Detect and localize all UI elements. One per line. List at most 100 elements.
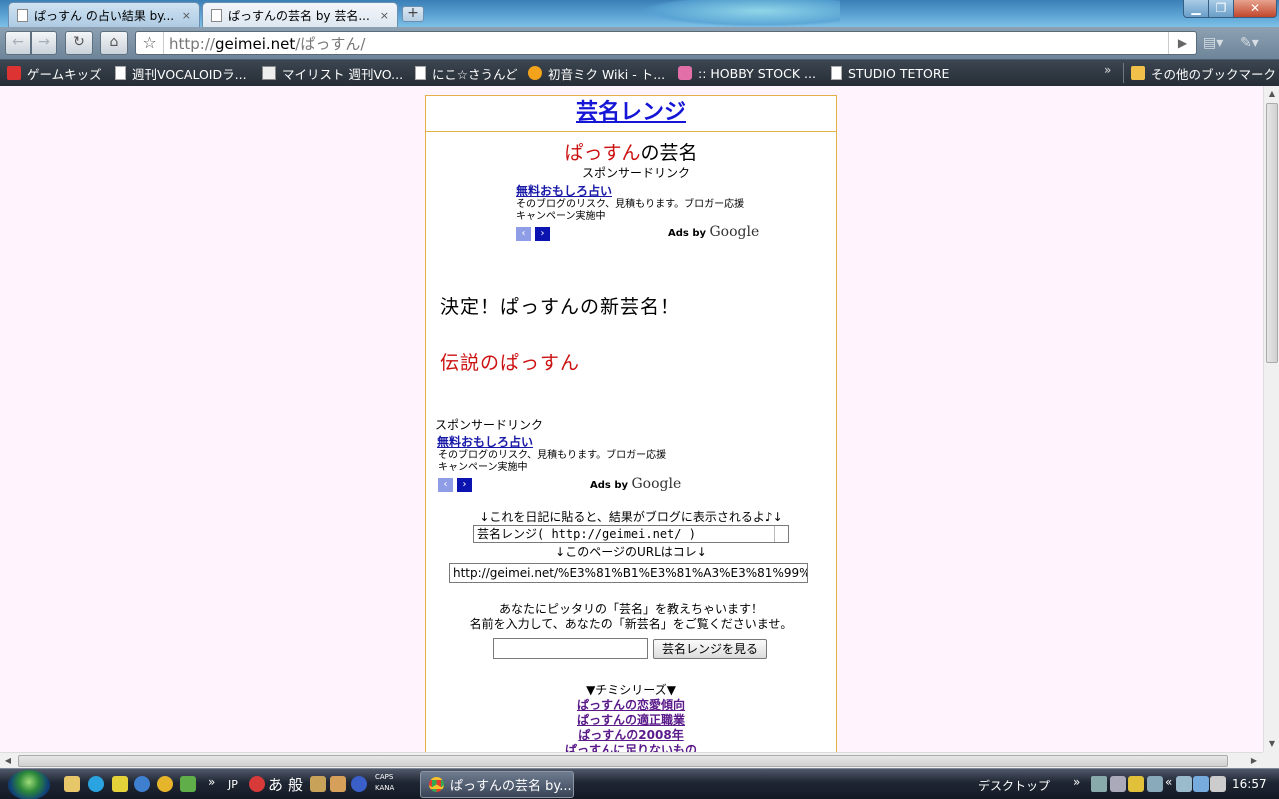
ime-mode[interactable]: あ <box>268 774 283 795</box>
blog-embed-textarea[interactable]: 芸名レンジ( http://geimei.net/ ) <box>473 525 789 543</box>
ime-kanji-mode[interactable]: 般 <box>288 774 303 795</box>
image-icon <box>262 66 276 80</box>
site-icon <box>7 66 21 80</box>
ad-link[interactable]: 無料おもしろ占い <box>516 182 756 199</box>
star-icon[interactable]: ☆ <box>136 32 164 54</box>
app-icon[interactable] <box>112 776 128 792</box>
ad-link[interactable]: 無料おもしろ占い <box>437 433 675 450</box>
tab-fortune-result[interactable]: ぱっすん の占い結果 by... × <box>8 2 200 27</box>
key-icon[interactable] <box>1128 776 1144 792</box>
vertical-scrollbar[interactable]: ▲ ▼ <box>1263 86 1279 752</box>
ad-next-button[interactable]: › <box>535 227 550 241</box>
page-icon <box>415 66 426 80</box>
maximize-button[interactable]: ❐ <box>1208 0 1234 18</box>
minimize-button[interactable]: ▁ <box>1183 0 1209 18</box>
scroll-down-icon[interactable]: ▼ <box>1264 736 1279 752</box>
folder-icon[interactable] <box>64 776 80 792</box>
language-indicator[interactable]: JP <box>228 778 238 791</box>
address-bar[interactable]: ☆ http://geimei.net/ぱっすん/ ▶ <box>135 31 1197 55</box>
horizontal-scrollbar[interactable]: ◀ ▶ <box>0 752 1263 768</box>
ads-by-label: Ads by <box>668 228 707 239</box>
tab-label: ぱっすんの芸名 by 芸名... <box>228 8 370 23</box>
scroll-left-icon[interactable]: ◀ <box>0 753 16 769</box>
url-text[interactable]: http://geimei.net/ぱっすん/ <box>164 33 365 54</box>
desktop-toolbar-label[interactable]: デスクトップ <box>978 777 1050 794</box>
tab-geimei[interactable]: ぱっすんの芸名 by 芸名... × <box>202 2 398 27</box>
page-menu-icon[interactable]: ▤▾ <box>1203 35 1233 53</box>
clock[interactable]: 16:57 <box>1232 777 1267 791</box>
resize-grip-icon[interactable] <box>774 526 788 542</box>
reload-button[interactable]: ↻ <box>65 31 93 55</box>
forward-button[interactable]: → <box>31 31 57 55</box>
home-button[interactable]: ⌂ <box>100 31 128 55</box>
taskbar: » JP あ 般 CAPS KANA ぱっすんの芸名 by... デスクトップ … <box>0 768 1279 799</box>
battery-icon[interactable] <box>1176 776 1192 792</box>
volume-icon[interactable] <box>1210 776 1226 792</box>
ads-by-google[interactable]: Ads by Google <box>668 224 759 240</box>
display-icon[interactable] <box>1193 776 1209 792</box>
bookmark-item[interactable]: 週刊VOCALOIDラ... <box>115 64 247 82</box>
folder-icon <box>1131 66 1145 80</box>
skype-icon[interactable] <box>88 776 104 792</box>
ads-by-label: Ads by <box>590 480 629 491</box>
quicklaunch-chevron[interactable]: » <box>208 775 215 789</box>
ad-prev-button[interactable]: ‹ <box>516 227 531 241</box>
submit-button[interactable]: 芸名レンジを見る <box>653 639 767 659</box>
ad-next-button[interactable]: › <box>457 478 472 492</box>
tab-strip: ぱっすん の占い結果 by... × ぱっすんの芸名 by 芸名... × + … <box>0 0 1279 27</box>
sponsored-label: スポンサードリンク <box>581 166 690 180</box>
go-icon[interactable]: ▶ <box>1168 32 1196 54</box>
close-window-button[interactable]: ✕ <box>1233 0 1277 18</box>
start-button[interactable] <box>8 770 50 799</box>
name-input[interactable] <box>493 638 648 659</box>
help-icon[interactable] <box>351 776 367 792</box>
network-icon[interactable] <box>1091 776 1107 792</box>
url-scheme: http:// <box>169 34 215 53</box>
app-icon[interactable] <box>180 776 196 792</box>
close-icon[interactable]: × <box>182 9 191 22</box>
arrow-right-icon: → <box>38 34 50 50</box>
bookmark-label: 週刊VOCALOIDラ... <box>132 66 247 82</box>
scroll-right-icon[interactable]: ▶ <box>1246 753 1262 769</box>
ad-description: そのブログのリスク、見積もります。ブロガー応援 <box>438 450 667 461</box>
page-url-field[interactable]: http://geimei.net/%E3%81%B1%E3%81%A3%E3%… <box>449 563 808 583</box>
bookmark-item[interactable]: マイリスト 週刊VO... <box>262 64 403 82</box>
bookmark-item[interactable]: 初音ミク Wiki - ト... <box>528 64 665 82</box>
tray-chevron[interactable]: « <box>1165 775 1172 789</box>
entered-name: ぱっすん <box>564 142 641 164</box>
scroll-thumb[interactable] <box>18 755 1228 767</box>
scroll-thumb[interactable] <box>1266 103 1278 363</box>
bookmark-item[interactable]: ゲームキッズ <box>7 64 102 82</box>
blog-embed-code: 芸名レンジ( http://geimei.net/ ) <box>477 527 696 541</box>
ime-dictionary-icon[interactable] <box>310 776 326 792</box>
bookmark-item[interactable]: :: HOBBY STOCK ... <box>678 64 816 82</box>
chrome-icon[interactable] <box>157 776 173 792</box>
desktop-chevron[interactable]: » <box>1073 775 1080 789</box>
caps-indicator: CAPS <box>375 773 394 781</box>
ime-icon[interactable] <box>249 776 265 792</box>
monitor-icon[interactable] <box>1147 776 1163 792</box>
close-icon[interactable]: × <box>380 9 389 22</box>
ad-prev-button[interactable]: ‹ <box>438 478 453 492</box>
new-tab-button[interactable]: + <box>402 6 424 22</box>
ads-by-google[interactable]: Ads by Google <box>590 476 681 492</box>
taskbar-window-chrome[interactable]: ぱっすんの芸名 by... <box>420 771 574 798</box>
bookmark-item[interactable]: STUDIO TETORE <box>831 64 949 82</box>
tray-app-icon[interactable] <box>1110 776 1126 792</box>
globe-icon[interactable] <box>134 776 150 792</box>
bookmark-label: :: HOBBY STOCK ... <box>698 65 816 81</box>
decided-heading: 決定！ぱっすんの新芸名！ <box>440 296 681 318</box>
series-link[interactable]: ぱっすんに足りないもの <box>426 741 836 752</box>
divider <box>1123 63 1124 83</box>
scroll-up-icon[interactable]: ▲ <box>1264 86 1279 102</box>
url-path: /ぱっすん/ <box>295 34 366 53</box>
google-logo: Google <box>631 476 682 492</box>
bookmark-item[interactable]: にこ☆さうんど <box>415 64 518 82</box>
other-bookmarks[interactable]: その他のブックマーク <box>1131 64 1276 82</box>
site-title-link[interactable]: 芸名レンジ <box>576 100 686 125</box>
ime-tools-icon[interactable] <box>330 776 346 792</box>
wrench-icon[interactable]: ✎▾ <box>1240 35 1270 53</box>
back-button[interactable]: ← <box>5 31 31 55</box>
content-box: 芸名レンジ ぱっすんの芸名 スポンサードリンク 無料おもしろ占い そのブログのリ… <box>425 95 837 752</box>
bookmarks-overflow-chevron[interactable]: » <box>1104 63 1111 77</box>
